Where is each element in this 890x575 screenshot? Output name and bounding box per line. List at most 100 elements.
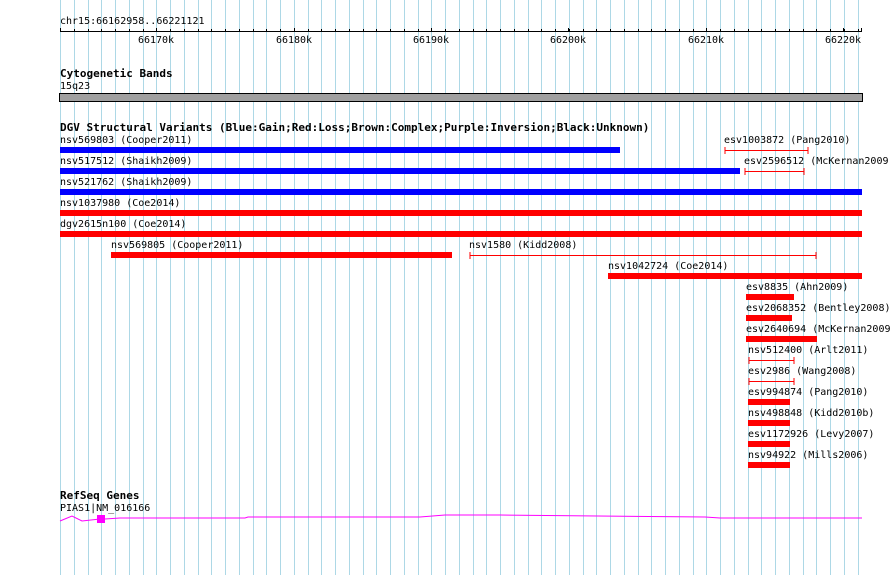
ruler-minor-tick <box>500 29 501 32</box>
sv-bar[interactable] <box>746 315 792 321</box>
ruler-minor-tick <box>473 29 474 32</box>
sv-bar[interactable] <box>746 336 817 342</box>
gene-exon[interactable] <box>97 515 105 523</box>
sv-bar[interactable] <box>724 146 810 155</box>
grid-line <box>651 0 652 575</box>
grid-line <box>376 0 377 575</box>
sv-label: nsv94922 (Mills2006) <box>748 450 869 461</box>
grid-line <box>514 0 515 575</box>
sv-label: esv994874 (Pang2010) <box>748 387 869 398</box>
ruler-minor-tick <box>308 29 309 32</box>
sv-label: nsv517512 (Shaikh2009) <box>60 156 193 167</box>
sv-label: nsv569803 (Cooper2011) <box>60 135 193 146</box>
grid-line <box>363 0 364 575</box>
grid-line <box>583 0 584 575</box>
ruler-minor-tick <box>844 29 845 32</box>
refseq-track-title: RefSeq Genes <box>60 489 140 502</box>
ruler-minor-tick <box>596 29 597 32</box>
ruler-minor-tick <box>555 29 556 32</box>
sv-bar[interactable] <box>60 189 862 195</box>
grid-line <box>473 0 474 575</box>
ruler-tick-label: 66190k <box>412 35 450 46</box>
sv-label: nsv569805 (Cooper2011) <box>111 240 244 251</box>
ruler-minor-tick <box>418 29 419 32</box>
ruler-minor-tick <box>184 29 185 32</box>
sv-bar[interactable] <box>60 231 862 237</box>
sv-bar[interactable] <box>60 168 740 174</box>
ruler-minor-tick <box>390 29 391 32</box>
ruler-minor-tick <box>280 29 281 32</box>
sv-bar[interactable] <box>111 252 452 258</box>
ruler-minor-tick <box>638 29 639 32</box>
sv-label: nsv512400 (Arlt2011) <box>748 345 869 356</box>
grid-line <box>610 0 611 575</box>
grid-line <box>143 0 144 575</box>
ruler-minor-tick <box>693 29 694 32</box>
grid-line <box>734 0 735 575</box>
ruler-minor-tick <box>651 29 652 32</box>
ruler-minor-tick <box>404 29 405 32</box>
sv-label: nsv1037980 (Coe2014) <box>60 198 181 209</box>
sv-bar[interactable] <box>608 273 862 279</box>
ruler-minor-tick <box>858 29 859 32</box>
sv-label: nsv1580 (Kidd2008) <box>469 240 578 251</box>
ruler-minor-tick <box>816 29 817 32</box>
ruler-minor-tick <box>775 29 776 32</box>
grid-line <box>596 0 597 575</box>
sv-bar[interactable] <box>60 147 620 153</box>
grid-line <box>445 0 446 575</box>
ruler-minor-tick <box>211 29 212 32</box>
sv-bar[interactable] <box>746 294 794 300</box>
cytoband-bar[interactable] <box>59 93 863 102</box>
ruler-tick-label: 66210k <box>687 35 725 46</box>
grid-line <box>294 0 295 575</box>
sv-bar[interactable] <box>748 462 790 468</box>
ruler-minor-tick <box>88 29 89 32</box>
ruler-minor-tick <box>514 29 515 32</box>
grid-line <box>335 0 336 575</box>
grid-line <box>225 0 226 575</box>
sv-label: nsv521762 (Shaikh2009) <box>60 177 193 188</box>
ruler-minor-tick <box>143 29 144 32</box>
sv-bar[interactable] <box>748 441 790 447</box>
gene-model[interactable] <box>0 508 890 528</box>
grid-line <box>211 0 212 575</box>
ruler-minor-tick <box>734 29 735 32</box>
sv-label: nsv1042724 (Coe2014) <box>608 261 729 272</box>
ruler-end-tick <box>861 28 862 32</box>
grid-line <box>555 0 556 575</box>
ruler-minor-tick <box>349 29 350 32</box>
sv-bar[interactable] <box>748 377 796 386</box>
sv-bar[interactable] <box>748 399 790 405</box>
grid-line <box>500 0 501 575</box>
sv-bar[interactable] <box>469 251 818 260</box>
grid-line <box>858 0 859 575</box>
ruler-minor-tick <box>363 29 364 32</box>
ruler-minor-tick <box>720 29 721 32</box>
ruler-minor-tick <box>583 29 584 32</box>
ruler-minor-tick <box>253 29 254 32</box>
grid-line <box>528 0 529 575</box>
ruler-minor-tick <box>665 29 666 32</box>
grid-line <box>184 0 185 575</box>
ruler-minor-tick <box>294 29 295 32</box>
grid-line <box>239 0 240 575</box>
grid-line <box>349 0 350 575</box>
grid-line <box>418 0 419 575</box>
grid-line <box>308 0 309 575</box>
sv-bar[interactable] <box>748 356 796 365</box>
sv-bar[interactable] <box>60 210 862 216</box>
sv-bar[interactable] <box>744 167 806 176</box>
sv-label: esv1003872 (Pang2010) <box>724 135 851 146</box>
grid-line <box>390 0 391 575</box>
ruler-minor-tick <box>803 29 804 32</box>
ruler-tick-label: 66180k <box>275 35 313 46</box>
ruler-minor-tick <box>528 29 529 32</box>
grid-line <box>198 0 199 575</box>
sv-bar[interactable] <box>748 420 790 426</box>
genome-browser-view: chr15:66162958..66221121 66170k 66180k 6… <box>0 0 890 575</box>
grid-line <box>170 0 171 575</box>
sv-label: esv2640694 (McKernan2009) <box>746 324 890 335</box>
sv-label: nsv498848 (Kidd2010b) <box>748 408 875 419</box>
grid-line <box>569 0 570 575</box>
